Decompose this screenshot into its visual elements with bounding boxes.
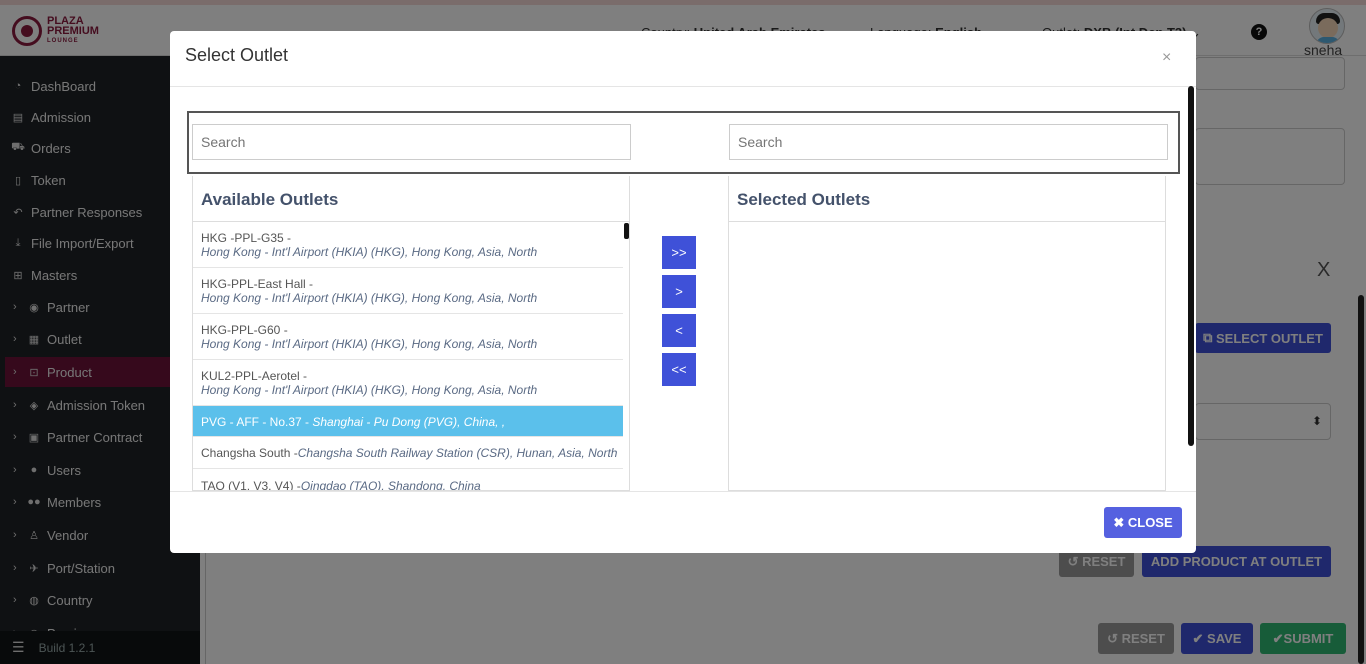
- selected-search-input[interactable]: [729, 124, 1168, 160]
- list-item[interactable]: TAO (V1, V3, V4) -Qingdao (TAO), Shandon…: [193, 469, 623, 490]
- select-outlet-modal: Select Outlet × Available Outlets HKG -P…: [170, 31, 1196, 553]
- move-left-button[interactable]: <: [662, 314, 696, 347]
- selected-outlets-title: Selected Outlets: [737, 190, 871, 209]
- list-item[interactable]: HKG -PPL-G35 - Hong Kong - Int'l Airport…: [193, 222, 623, 268]
- list-item-selected[interactable]: PVG - AFF - No.37 - Shanghai - Pu Dong (…: [193, 406, 623, 437]
- available-list-scrollbar[interactable]: [624, 223, 629, 239]
- list-item[interactable]: HKG-PPL-East Hall - Hong Kong - Int'l Ai…: [193, 268, 623, 314]
- available-outlets-title: Available Outlets: [201, 190, 339, 209]
- modal-title: Select Outlet: [185, 45, 289, 65]
- list-item[interactable]: Changsha South -Changsha South Railway S…: [193, 437, 623, 469]
- move-right-button[interactable]: >: [662, 275, 696, 308]
- available-outlets-list[interactable]: HKG -PPL-G35 - Hong Kong - Int'l Airport…: [193, 222, 623, 490]
- selected-outlets-list[interactable]: [729, 222, 1159, 490]
- modal-scrollbar[interactable]: [1188, 86, 1194, 446]
- search-bar-container: [187, 111, 1180, 174]
- move-all-left-button[interactable]: <<: [662, 353, 696, 386]
- selected-outlets-panel: Selected Outlets: [728, 176, 1166, 491]
- list-item[interactable]: HKG-PPL-G60 - Hong Kong - Int'l Airport …: [193, 314, 623, 360]
- close-icon: ✖: [1113, 514, 1128, 530]
- available-outlets-panel: Available Outlets HKG -PPL-G35 - Hong Ko…: [192, 176, 630, 491]
- move-all-right-button[interactable]: >>: [662, 236, 696, 269]
- close-button[interactable]: ✖ CLOSE: [1104, 507, 1182, 538]
- close-icon[interactable]: ×: [1162, 49, 1171, 67]
- list-item[interactable]: KUL2-PPL-Aerotel - Hong Kong - Int'l Air…: [193, 360, 623, 406]
- available-search-input[interactable]: [192, 124, 631, 160]
